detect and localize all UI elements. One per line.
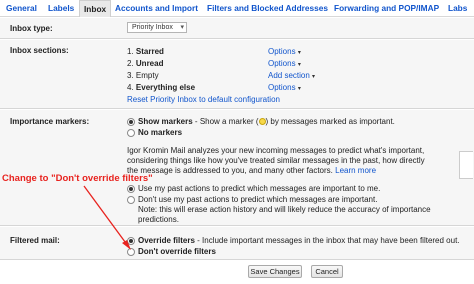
tab-accounts-and-import[interactable]: Accounts and Import [115, 3, 198, 13]
importance-description-line-3: the message is addressed to you, and man… [127, 166, 377, 175]
use-past-actions-radio[interactable] [127, 185, 135, 193]
importance-description-line-2: considering things like how you've treat… [127, 156, 425, 165]
use-past-actions-text: Use my past actions to predict which mes… [138, 184, 381, 193]
dont-override-filters-radio[interactable] [127, 248, 135, 256]
caret-down-icon: ▾ [297, 50, 301, 56]
show-markers-radio[interactable] [127, 118, 135, 126]
tab-labs[interactable]: Labs [448, 3, 467, 13]
dont-use-past-actions-note-1: Note: this will erase action history and… [138, 205, 431, 214]
chevron-down-icon: ▾ [180, 24, 184, 31]
section-4-options-link[interactable]: Options ▾ [268, 83, 301, 92]
tab-inbox[interactable]: Inbox [79, 0, 112, 17]
section-1: 1. Starred [127, 47, 164, 56]
section-2-options-link[interactable]: Options ▾ [268, 59, 301, 68]
cancel-button[interactable]: Cancel [311, 265, 343, 278]
learn-more-link[interactable]: Learn more [335, 166, 376, 175]
dont-use-past-actions-radio[interactable] [127, 196, 135, 204]
section-1-options-link[interactable]: Options ▾ [268, 47, 301, 56]
override-filters-text: Override filters - Include important mes… [138, 236, 460, 245]
show-markers-text: Show markers - Show a marker () by messa… [138, 117, 395, 126]
inbox-sections-row: Inbox sections: 1. Starred Options ▾ 2. … [0, 40, 474, 109]
inbox-type-select[interactable]: Priority Inbox ▾ [127, 22, 187, 33]
override-filters-radio[interactable] [127, 237, 135, 245]
tab-labels[interactable]: Labels [48, 3, 74, 13]
no-markers-radio[interactable] [127, 129, 135, 137]
importance-marker-icon [258, 118, 266, 126]
filtered-mail-label: Filtered mail: [10, 236, 60, 245]
inbox-type-row: Inbox type: Priority Inbox ▾ [0, 18, 474, 39]
annotation-callout: Change to "Don't override filters" [2, 173, 153, 184]
dont-use-past-actions-text: Don't use my past actions to predict whi… [138, 195, 378, 204]
section-3-add-section-link[interactable]: Add section ▾ [268, 71, 315, 80]
section-2: 2. Unread [127, 59, 164, 68]
side-panel-handle [459, 151, 473, 179]
dont-use-past-actions-note-2: predictions. [138, 215, 179, 224]
no-markers-text: No markers [138, 128, 183, 137]
inbox-sections-label: Inbox sections: [10, 46, 69, 55]
tab-general[interactable]: General [6, 3, 37, 13]
tab-forwarding-and-pop-imap[interactable]: Forwarding and POP/IMAP [334, 3, 439, 13]
inbox-type-label: Inbox type: [10, 24, 53, 33]
section-3: 3. Empty [127, 71, 159, 80]
tab-filters-and-blocked-addresses[interactable]: Filters and Blocked Addresses [207, 3, 328, 13]
save-changes-button[interactable]: Save Changes [248, 265, 302, 278]
reset-priority-inbox-link[interactable]: Reset Priority Inbox to default configur… [127, 95, 280, 104]
caret-down-icon: ▾ [297, 62, 301, 68]
importance-description-line-1: Igor Kromin Mail analyzes your new incom… [127, 146, 425, 155]
inbox-type-select-value: Priority Inbox [132, 24, 173, 31]
dont-override-filters-text: Don't override filters [138, 247, 216, 256]
importance-markers-label: Importance markers: [10, 117, 90, 126]
caret-down-icon: ▾ [297, 86, 301, 92]
settings-tabs: General Labels Inbox Accounts and Import… [0, 0, 474, 17]
importance-markers-row: Importance markers: Show markers - Show … [0, 110, 474, 226]
caret-down-icon: ▾ [312, 74, 316, 80]
filtered-mail-row: Filtered mail: Override filters - Includ… [0, 227, 474, 260]
section-4: 4. Everything else [127, 83, 196, 92]
